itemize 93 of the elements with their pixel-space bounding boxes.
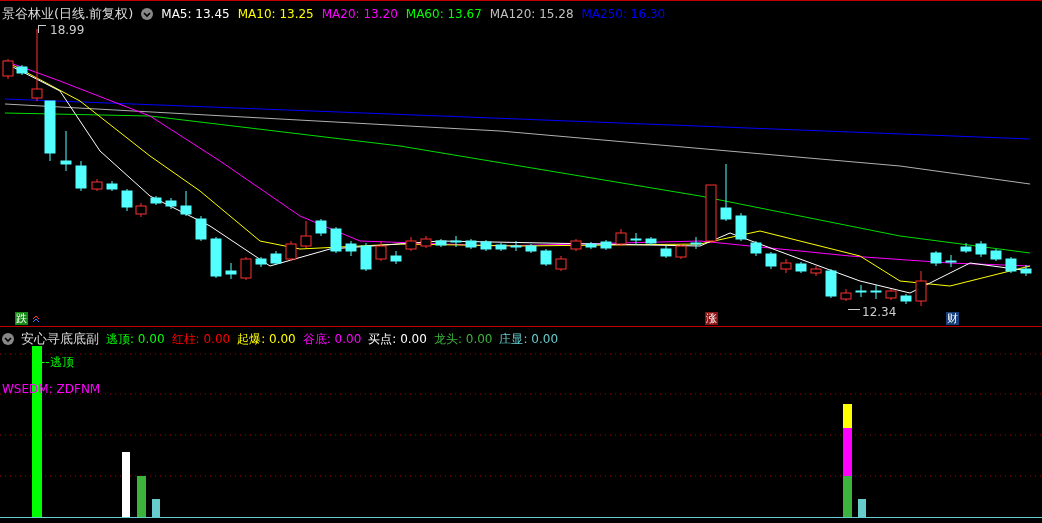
dropdown-icon[interactable] [141,7,154,20]
high-price-label: 18.99 [50,22,85,39]
chevron-icon [32,315,40,323]
candlestick [165,197,177,210]
candlestick [285,240,297,262]
candlestick [1005,256,1017,274]
candlestick [765,251,777,270]
candlestick [525,243,537,254]
candlestick [44,100,56,162]
candlestick [315,218,327,237]
candlestick [885,288,897,301]
indicator-value: 红柱: 0.00 [171,330,231,348]
candlestick [60,130,72,172]
candlestick [345,240,357,257]
candlestick [945,254,957,268]
candlestick [840,288,852,302]
signal-marker: 涨 [705,312,718,325]
candlestick [75,160,87,192]
arrow-icon [38,25,46,33]
bar-label: --逃顶 [41,354,74,371]
candlestick [975,240,987,258]
indicator-value: 起爆: 0.00 [237,330,296,348]
signal-marker: 跌 [15,312,28,325]
candlestick [405,236,417,252]
candlestick [195,215,207,242]
dropdown-icon[interactable] [2,332,14,345]
candlestick [825,268,837,299]
candlestick [375,240,387,262]
candlestick [735,212,747,242]
candlestick [225,262,237,280]
moving-average-value: MA20: 13.20 [321,5,398,23]
candlestick [135,202,147,218]
candlestick [390,250,402,265]
candlestick [930,250,942,267]
indicator-value: 龙头: 0.00 [433,330,493,348]
candlestick [420,235,432,249]
moving-average-value: MA10: 13.25 [237,5,314,23]
candlestick [780,258,792,274]
candlestick [705,184,717,244]
indicator-title: 安心寻底底副 [21,330,99,348]
candlestick [150,195,162,206]
candlestick [870,284,882,300]
candlestick [750,240,762,257]
moving-average-value: MA60: 13.67 [405,5,482,23]
candlestick [555,255,567,272]
candlestick [330,226,342,254]
candlestick [795,261,807,274]
candlestick [810,265,822,277]
candlestick [495,242,507,252]
candlestick [915,270,927,307]
candlestick [690,236,702,250]
candlestick [585,241,597,250]
candlestick [990,248,1002,262]
signal-marker: 财 [946,312,959,325]
moving-average-value: MA5: 13.45 [161,5,230,23]
candlestick [360,242,372,272]
candlestick [510,240,522,252]
candlestick [540,248,552,267]
candlestick [570,238,582,252]
candlestick [645,236,657,246]
candlestick [900,293,912,305]
candlestick [2,58,14,80]
candlestick [855,284,867,298]
candlestick [660,245,672,259]
candlestick [16,64,28,76]
indicator-value: 逃顶: 0.00 [106,330,165,348]
candlestick [675,243,687,260]
candlestick [465,238,477,250]
candlestick [180,190,192,217]
candlestick [210,236,222,279]
candlestick [106,180,118,192]
candlestick [270,250,282,266]
moving-average-value: MA120: 15.28 [489,5,574,23]
candlestick [121,188,133,212]
candlestick [720,163,732,222]
candlestick [630,232,642,246]
candlestick [435,238,447,248]
candlestick [255,256,267,268]
indicator-value: 谷底: 0.00 [302,330,362,348]
stock-title: 景谷林业(日线.前复权) [2,5,134,23]
low-price-label: 12.34 [862,304,897,321]
candlestick [450,235,462,248]
candlestick [960,242,972,254]
candlestick [300,220,312,249]
moving-average-value: MA250: 16.30 [581,5,666,23]
indicator-value: 庄显: 0.00 [499,330,559,348]
indicator-value: 买点: 0.00 [368,330,427,348]
candlestick [91,178,103,192]
candlestick [480,239,492,252]
candlestick [615,228,627,247]
candlestick [600,239,612,251]
candlestick [1020,264,1032,277]
candlestick [240,256,252,281]
